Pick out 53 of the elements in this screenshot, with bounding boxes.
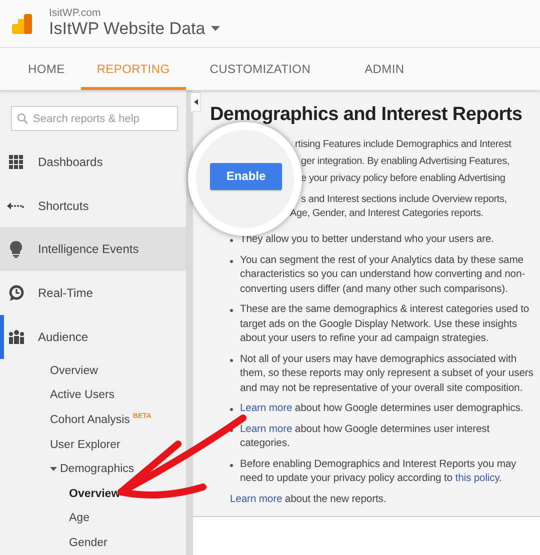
grid-icon <box>8 154 24 169</box>
search-icon <box>17 113 28 124</box>
text-line: e your privacy policy before enabling Advertising <box>301 172 506 186</box>
bullet-icon <box>230 239 233 242</box>
bullet-icon <box>230 428 233 432</box>
nav-tab[interactable]: CUSTOMIZATION <box>194 48 327 90</box>
bullet-text: Learn more about how Google determines user interest categories. <box>240 422 491 451</box>
text-line: s and Interest sections include Overview reports, <box>301 193 507 207</box>
bullet-text: Not all of your users may have demographics associated with them, so these reports may only represent a subset of your users and may not be representative of your overall site composition. <box>240 352 534 396</box>
caret-icon <box>211 26 220 31</box>
nav-item[interactable]: Real-Time <box>0 271 186 315</box>
note-text: Learn more about the new reports. <box>229 492 388 506</box>
nav-item[interactable]: Active Users <box>0 383 186 408</box>
bullet-icon <box>230 464 233 466</box>
collapse-handle[interactable] <box>190 92 201 112</box>
nav-tab[interactable]: HOME <box>12 48 81 90</box>
link[interactable]: this policy <box>455 473 500 484</box>
nav-item[interactable]: Age <box>0 506 186 530</box>
logo-icon <box>12 14 33 34</box>
nav-item[interactable]: Overview <box>0 481 186 506</box>
people-icon <box>8 330 24 344</box>
text-line: rtising Features include Demographics and Interest <box>295 138 512 152</box>
bullet-text: You can segment the rest of your Analytics data by these same characteristics so you can understand how converting and non-converting users differ (and many other such comparisons). <box>240 254 526 296</box>
enable-button[interactable]: Enable <box>210 162 282 190</box>
nav-tab[interactable]: ADMIN <box>348 48 420 90</box>
nav-item[interactable]: Intelligence Events <box>0 227 186 272</box>
nav-item[interactable]: Demographics <box>0 456 186 482</box>
nav-item[interactable]: Gender <box>0 530 186 555</box>
text-line: ger integration. By enabling Advertising Features, <box>301 155 510 169</box>
clock-icon <box>8 285 24 302</box>
link[interactable]: Learn more <box>230 494 282 504</box>
search-field[interactable]: Search reports & help <box>11 106 178 131</box>
bullet-icon <box>230 358 233 362</box>
bullet-icon <box>230 408 233 411</box>
nav-item[interactable]: User Explorer <box>0 432 186 457</box>
nav-item[interactable]: Overview <box>0 358 186 384</box>
link[interactable]: Learn more <box>240 403 292 414</box>
link[interactable]: Learn more <box>240 424 292 434</box>
nav-item[interactable]: Shortcuts <box>0 184 186 228</box>
bullet-text: These are the same demographics & interest categories used to target ads on the Google Display Network. Use these insights about your users to refine your ad campaign strategies. <box>240 303 530 346</box>
text-line: Age, Gender, and Interest Categories reports. <box>290 207 484 221</box>
arrow-icon <box>7 202 25 210</box>
lightbulb-icon <box>10 240 22 258</box>
nav-item[interactable]: Dashboards <box>0 140 186 184</box>
site-name: IsitWP.com <box>49 6 102 18</box>
bullet-text: Learn more about how Google determines user demographics. <box>240 402 524 416</box>
bullet-text: Before enabling Demographics and Interest Reports you may need to update your privacy policy according to this policy. <box>240 458 518 486</box>
bullet-icon <box>230 260 233 262</box>
bullet-icon <box>230 309 233 312</box>
caret-icon <box>50 467 57 472</box>
page-title: Demographics and Interest Reports <box>210 104 522 126</box>
nav-item[interactable]: Audience <box>0 314 186 359</box>
property-selector[interactable]: IsItWP Website Data <box>49 18 220 38</box>
